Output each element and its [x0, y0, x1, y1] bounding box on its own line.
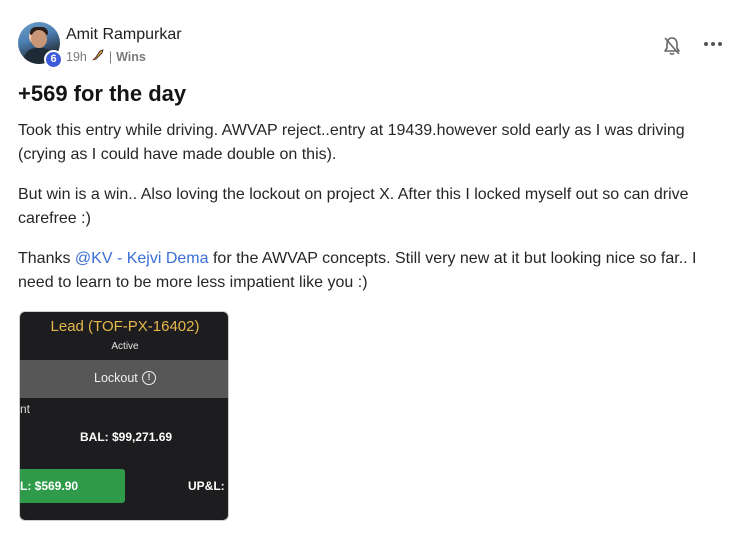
account-status: Active [111, 341, 139, 352]
level-badge: 6 [44, 50, 63, 69]
post-paragraph-1: Took this entry while driving. AWVAP rej… [18, 122, 685, 163]
pnl-box: L: $569.90 [20, 469, 125, 503]
user-mention-link[interactable]: @KV - Kejvi Dema [75, 250, 209, 267]
cut-off-text: nt [20, 402, 31, 416]
post-paragraph-2: But win is a win.. Also loving the locko… [18, 186, 689, 227]
post-header: 6 Amit Rampurkar 19h | Wins [18, 22, 730, 69]
paragraph-text: Thanks [18, 250, 75, 267]
more-dots-icon[interactable] [702, 33, 724, 55]
meta-separator: | [108, 50, 113, 64]
info-icon: ! [142, 371, 156, 385]
unrealized-pnl-label: UP&L: $ [188, 479, 228, 493]
lockout-label: Lockout [94, 371, 138, 385]
post-time: 19h [66, 50, 87, 64]
bell-off-icon[interactable] [662, 35, 682, 57]
rocket-icon [91, 49, 105, 65]
post-paragraph-3: Thanks @KV - Kejvi Dema for the AWVAP co… [18, 247, 730, 295]
balance-label: BAL: $99,271.69 [80, 430, 173, 444]
author-name[interactable]: Amit Rampurkar [66, 26, 182, 44]
account-lead-label: Lead (TOF-PX-16402) [50, 318, 200, 335]
post-meta: 19h | Wins [66, 49, 146, 65]
post-title: +569 for the day [18, 81, 187, 106]
lockout-bar: Lockout ! [20, 360, 228, 398]
avatar-face [31, 30, 47, 48]
pnl-value: L: $569.90 [20, 479, 79, 493]
category-label[interactable]: Wins [116, 50, 146, 64]
attachment-image[interactable]: Lead (TOF-PX-16402) Active Lockout ! nt … [19, 311, 229, 521]
